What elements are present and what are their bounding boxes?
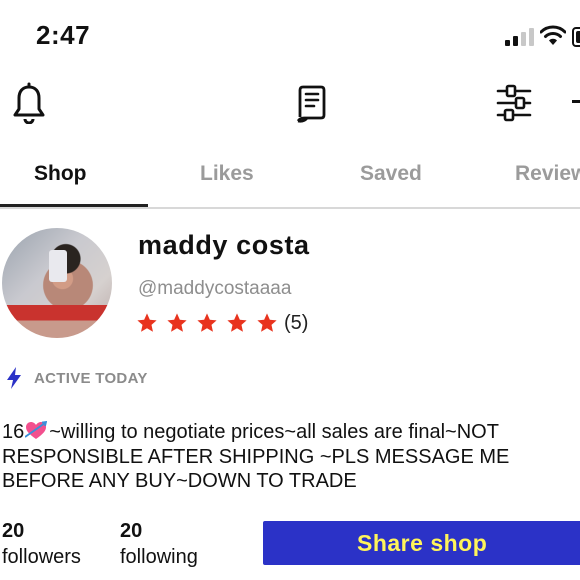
bell-icon[interactable] xyxy=(12,82,46,124)
followers-stat[interactable]: 20 followers xyxy=(2,518,81,570)
profile-tabs: Shop Likes Saved Reviews xyxy=(0,150,580,208)
followers-label: followers xyxy=(2,546,81,568)
following-label: following xyxy=(120,546,198,568)
bio-line: RESPONSIBLE AFTER SHIPPING ~PLS MESSAGE … xyxy=(2,445,510,468)
tab-shop[interactable]: Shop xyxy=(34,162,87,186)
tab-saved[interactable]: Saved xyxy=(360,162,422,186)
bio-line: BEFORE ANY BUY~DOWN TO TRADE xyxy=(2,470,357,492)
share-shop-button[interactable]: Share shop xyxy=(263,521,580,565)
tab-reviews[interactable]: Reviews xyxy=(515,162,580,186)
star-icon xyxy=(167,313,187,332)
bio-text: 16 xyxy=(2,421,25,443)
review-count: (5) xyxy=(284,311,309,334)
avatar[interactable] xyxy=(2,228,112,338)
heart-with-arrow-icon xyxy=(25,421,48,439)
bio-line: 16 ~willing to negotiate prices~all sale… xyxy=(2,420,580,445)
tab-divider xyxy=(0,207,580,209)
status-time: 2:47 xyxy=(36,20,91,50)
sliders-icon[interactable] xyxy=(496,84,532,122)
add-icon[interactable] xyxy=(572,100,580,103)
wifi-icon xyxy=(540,25,566,45)
profile-bio: 16 ~willing to negotiate prices~all sale… xyxy=(2,420,580,494)
star-icon xyxy=(257,313,277,332)
tab-likes[interactable]: Likes xyxy=(200,162,254,186)
following-stat[interactable]: 20 following xyxy=(120,518,198,570)
avatar-phone xyxy=(49,250,67,282)
profile-name: maddy costa xyxy=(138,230,310,260)
following-count: 20 xyxy=(120,520,143,542)
battery-icon xyxy=(572,27,580,47)
lightning-bolt-icon xyxy=(7,367,21,389)
star-icon xyxy=(137,313,157,332)
star-icon xyxy=(227,313,247,332)
followers-count: 20 xyxy=(2,520,25,542)
activity-status: ACTIVE TODAY xyxy=(6,366,148,390)
profile-handle: @maddycostaaaa xyxy=(138,278,292,299)
cellular-signal-icon xyxy=(505,28,534,46)
receipt-icon[interactable] xyxy=(294,84,330,124)
bio-text: ~willing to negotiate prices~all sales a… xyxy=(49,421,499,443)
activity-label: ACTIVE TODAY xyxy=(34,369,148,387)
rating[interactable]: (5) xyxy=(136,310,308,336)
star-icon xyxy=(197,313,217,332)
